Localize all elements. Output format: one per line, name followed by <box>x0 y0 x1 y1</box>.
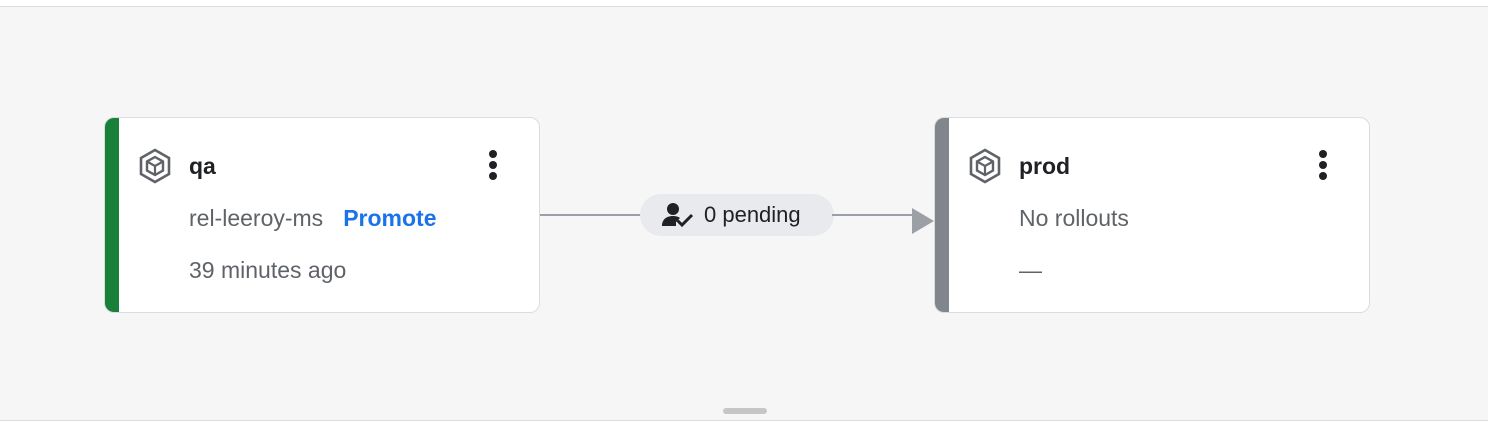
stage-card-qa[interactable]: qa rel-leeroy-ms Promote 39 minutes ago <box>104 117 540 313</box>
deploy-target-icon <box>969 148 1001 184</box>
stage-timestamp: 39 minutes ago <box>189 257 347 283</box>
deploy-target-icon <box>139 148 171 184</box>
pipeline-connector <box>540 214 642 216</box>
stage-card-prod[interactable]: prod No rollouts — <box>934 117 1370 313</box>
stage-timestamp: — <box>1019 257 1042 283</box>
stage-title: prod <box>1019 153 1071 179</box>
arrow-right-icon <box>912 208 934 234</box>
release-status: No rollouts <box>1019 205 1129 231</box>
stage-release-row: No rollouts <box>1019 204 1129 232</box>
pipeline-connector <box>832 214 916 216</box>
release-name[interactable]: rel-leeroy-ms <box>189 205 323 231</box>
person-check-icon <box>662 203 694 228</box>
pending-count-label: 0 pending <box>704 202 801 227</box>
promote-button[interactable]: Promote <box>343 205 436 231</box>
pipeline-canvas: qa rel-leeroy-ms Promote 39 minutes ago 0… <box>0 6 1488 421</box>
more-options-icon[interactable] <box>1311 148 1335 182</box>
stage-release-row: rel-leeroy-ms Promote <box>189 204 436 232</box>
more-options-icon[interactable] <box>481 148 505 182</box>
stage-status-bar <box>105 118 119 312</box>
stage-status-bar <box>935 118 949 312</box>
stage-title: qa <box>189 153 216 179</box>
panel-resize-handle[interactable] <box>723 408 767 414</box>
approval-pending-chip[interactable]: 0 pending <box>640 194 834 236</box>
